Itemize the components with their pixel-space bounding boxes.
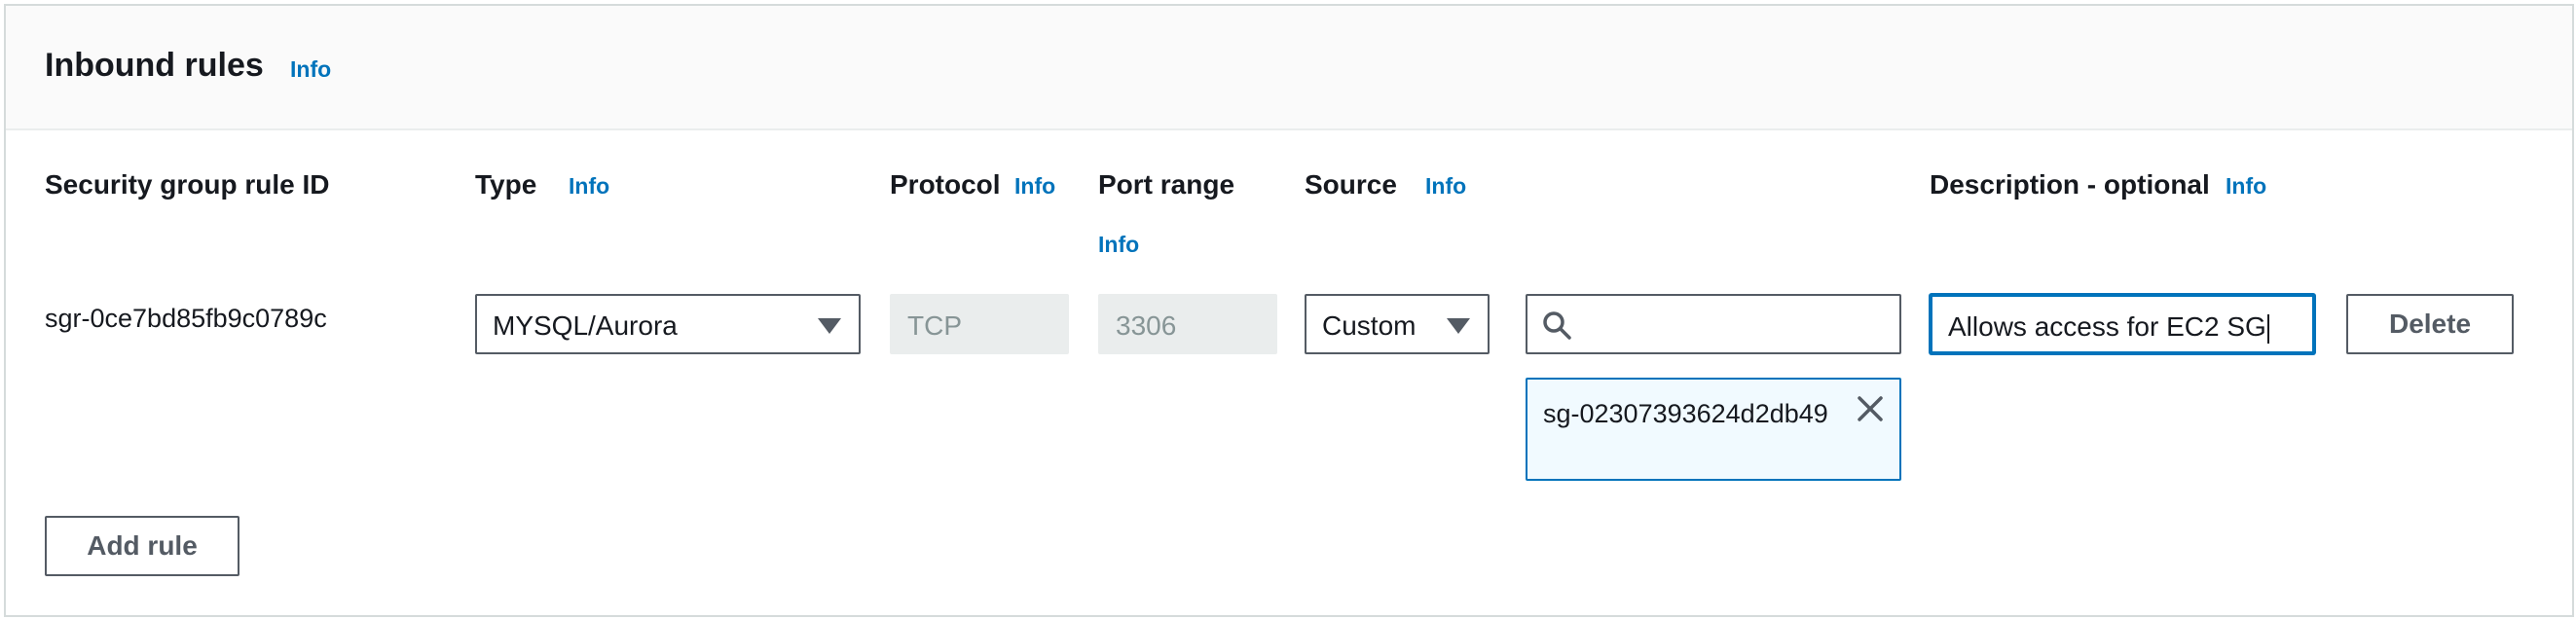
source-token: sg-02307393624d2db49: [1526, 378, 1901, 481]
caret-down-icon: [1447, 318, 1470, 334]
source-select-value: Custom: [1322, 310, 1417, 341]
description-input-content: Allows access for EC2 SG: [1948, 311, 2269, 344]
rule-id-value: sgr-0ce7bd85fb9c0789c: [45, 304, 327, 333]
panel-header: Inbound rules Info: [6, 6, 2572, 130]
text-cursor: [2266, 313, 2269, 344]
caret-down-icon: [818, 318, 841, 334]
title-info-link[interactable]: Info: [290, 56, 331, 83]
panel-title: Inbound rules: [45, 47, 264, 84]
description-value: Allows access for EC2 SG: [1948, 311, 2266, 342]
delete-button[interactable]: Delete: [2346, 294, 2514, 354]
col-label-description: Description - optional: [1930, 169, 2210, 200]
source-token-label: sg-02307393624d2db49: [1543, 399, 1828, 428]
source-info-link[interactable]: Info: [1425, 173, 1466, 200]
add-rule-button[interactable]: Add rule: [45, 516, 239, 576]
description-input[interactable]: Allows access for EC2 SG: [1930, 294, 2315, 354]
col-label-protocol: Protocol: [890, 169, 1001, 200]
search-icon: [1543, 311, 1571, 340]
protocol-field: TCP: [890, 294, 1069, 354]
protocol-value: TCP: [907, 310, 962, 341]
port-range-info-link[interactable]: Info: [1098, 232, 1139, 258]
port-range-field: 3306: [1098, 294, 1277, 354]
type-info-link[interactable]: Info: [569, 173, 609, 200]
port-range-value: 3306: [1116, 310, 1177, 341]
description-info-link[interactable]: Info: [2226, 173, 2266, 200]
source-select[interactable]: Custom: [1305, 294, 1490, 354]
type-select-value: MYSQL/Aurora: [493, 310, 678, 341]
col-label-type: Type: [475, 169, 537, 200]
type-select[interactable]: MYSQL/Aurora: [475, 294, 861, 354]
col-label-rule-id: Security group rule ID: [45, 169, 330, 200]
inbound-rules-panel: Inbound rules Info Security group rule I…: [4, 4, 2574, 617]
col-label-port-range: Port range: [1098, 169, 1235, 200]
protocol-info-link[interactable]: Info: [1014, 173, 1055, 200]
source-search-input[interactable]: [1526, 294, 1901, 354]
col-label-source: Source: [1305, 169, 1397, 200]
close-icon[interactable]: [1855, 393, 1886, 424]
